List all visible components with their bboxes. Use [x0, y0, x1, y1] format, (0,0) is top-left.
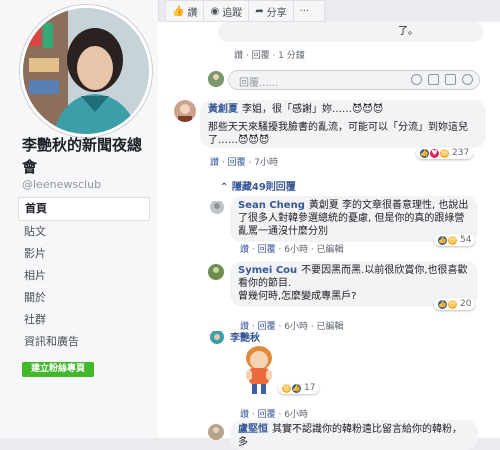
reply-time-3: 6小時: [284, 410, 308, 420]
reaction-count-3: 17: [304, 383, 316, 393]
reply-time-1: 6小時: [284, 245, 308, 255]
reply-reply-link-2[interactable]: 回覆: [258, 322, 276, 332]
nav-item-videos[interactable]: 影片: [18, 243, 150, 265]
like-reaction-icon: 👍: [420, 148, 429, 158]
nav-item-photos[interactable]: 相片: [18, 265, 150, 287]
nav-item-community[interactable]: 社群: [18, 309, 150, 331]
current-user-avatar: [208, 71, 224, 87]
reply-avatar[interactable]: [210, 200, 224, 214]
main-comment-reactions[interactable]: 👍 ♥ 😆 237: [416, 147, 474, 159]
reply-text-4: 其實不認識你的韓粉遠比留言給你的韓粉，多: [238, 424, 462, 448]
page-sidebar: 李艷秋的新聞夜總會 @leenewsclub 首頁 貼文 影片 相片 關於 社群…: [0, 0, 159, 438]
nav-item-home[interactable]: 首頁: [18, 197, 150, 221]
page-handle: @leenewsclub: [22, 178, 102, 191]
commenter-avatar[interactable]: [174, 100, 196, 122]
nav-item-info-ads[interactable]: 資訊和廣告: [18, 331, 150, 353]
reply-reactions-2[interactable]: 👍 😆 20: [434, 298, 476, 310]
comment-reply-link[interactable]: 回覆: [228, 158, 246, 168]
hide-replies-label: 隱藏49則回覆: [231, 182, 296, 193]
emoji-icon[interactable]: [411, 74, 422, 85]
comment-like-link[interactable]: 讚: [210, 158, 219, 168]
chevron-up-icon: ⌃: [220, 182, 232, 193]
nav-item-about[interactable]: 關於: [18, 287, 150, 309]
previous-comment-text: 了。: [398, 26, 418, 37]
share-label: 分享: [266, 7, 287, 19]
camera-icon[interactable]: [428, 74, 439, 85]
reply-like-link-1[interactable]: 讚: [240, 245, 249, 255]
reply-actions-1: 讚 · 回覆 · 6小時 · 已編輯: [240, 245, 344, 255]
nav-item-posts[interactable]: 貼文: [18, 221, 150, 243]
share-button[interactable]: ➦ 分享: [249, 1, 294, 21]
reply-input[interactable]: 回覆......: [228, 70, 480, 90]
reaction-count: 237: [452, 148, 470, 158]
reply-actions-3: 讚 · 回覆 · 6小時: [240, 410, 308, 420]
reply-reactions-1[interactable]: 👍 😆 54: [434, 234, 476, 246]
reply-author-2[interactable]: Symei Cou: [238, 265, 297, 276]
more-button[interactable]: ···: [294, 1, 316, 21]
input-icon-row: [411, 74, 473, 85]
reaction-count-2: 20: [460, 299, 472, 309]
reply-input-placeholder: 回覆......: [239, 78, 279, 89]
comment-text: 李姐，很「感謝」妳……😈😈😈: [242, 104, 384, 115]
create-page-button[interactable]: 建立粉絲專頁: [22, 362, 94, 377]
reply-reply-link-3[interactable]: 回覆: [258, 410, 276, 420]
reply-author-1[interactable]: Sean Cheng: [238, 200, 305, 211]
reply-author-4[interactable]: 盧堅恒: [238, 424, 268, 435]
reply-reply-link-1[interactable]: 回覆: [258, 245, 276, 255]
more-label: ···: [299, 5, 310, 17]
reply-avatar[interactable]: [208, 264, 224, 280]
main-comment-actions: 讚 · 回覆 · 7小時: [210, 158, 278, 168]
gif-icon[interactable]: [445, 74, 456, 85]
page-title: 李艷秋的新聞夜總會: [22, 136, 143, 176]
sticker-icon[interactable]: [462, 74, 473, 85]
like-reaction-icon: 👍: [438, 235, 447, 245]
comment-text-2: 那些天天來騷擾我臉書的亂流，可能可以「分流」到妳這兒了……😈😈😈: [208, 122, 468, 146]
comment-time: 7小時: [254, 158, 278, 168]
rss-icon: ◉: [210, 5, 220, 17]
follow-button[interactable]: ◉ 追蹤: [204, 1, 250, 21]
comments-panel: 了。 讚 · 回覆 · 1 分鐘 回覆...... 黃創夏 李姐，很「感謝」妳………: [158, 22, 500, 450]
reply-reactions-3[interactable]: 😆 👍 17: [278, 382, 320, 394]
like-page-label: 讚: [187, 7, 198, 19]
previous-comment-bubble: 了。: [218, 22, 484, 42]
hide-replies-link[interactable]: ⌃ 隱藏49則回覆: [220, 178, 296, 193]
like-reaction-icon: 👍: [438, 299, 447, 309]
page-nav: 首頁 貼文 影片 相片 關於 社群 資訊和廣告: [18, 197, 150, 353]
like-reaction-icon: 👍: [292, 383, 301, 393]
main-comment-bubble: 黃創夏 李姐，很「感謝」妳……😈😈😈 那些天天來騷擾我臉書的亂流，可能可以「分流」…: [200, 100, 486, 148]
previous-comment-actions[interactable]: 讚 · 回覆 · 1 分鐘: [234, 48, 305, 61]
haha-reaction-icon: 😆: [448, 235, 457, 245]
share-arrow-icon: ➦: [255, 5, 264, 17]
reply-edited-1: 已編輯: [316, 245, 344, 255]
page-action-toolbar: 👍 讚 ◉ 追蹤 ➦ 分享 ···: [165, 0, 325, 22]
reply-edited-2: 已編輯: [316, 322, 344, 332]
love-reaction-icon: ♥: [430, 148, 439, 158]
haha-reaction-icon: 😆: [440, 148, 449, 158]
reply-like-link-3[interactable]: 讚: [240, 410, 249, 420]
reaction-count-1: 54: [460, 235, 472, 245]
comment-author[interactable]: 黃創夏: [208, 104, 238, 115]
thumbs-up-icon: 👍: [172, 5, 185, 17]
reply-avatar[interactable]: [210, 330, 224, 344]
follow-label: 追蹤: [222, 7, 243, 19]
reply-time-2: 6小時: [284, 322, 308, 332]
haha-reaction-icon: 😆: [448, 299, 457, 309]
like-page-button[interactable]: 👍 讚: [166, 1, 205, 21]
haha-reaction-icon: 😆: [282, 383, 291, 393]
profile-picture[interactable]: [20, 5, 152, 137]
reply-bubble-4: 盧堅恒 其實不認識你的韓粉遠比留言給你的韓粉，多: [230, 420, 478, 450]
